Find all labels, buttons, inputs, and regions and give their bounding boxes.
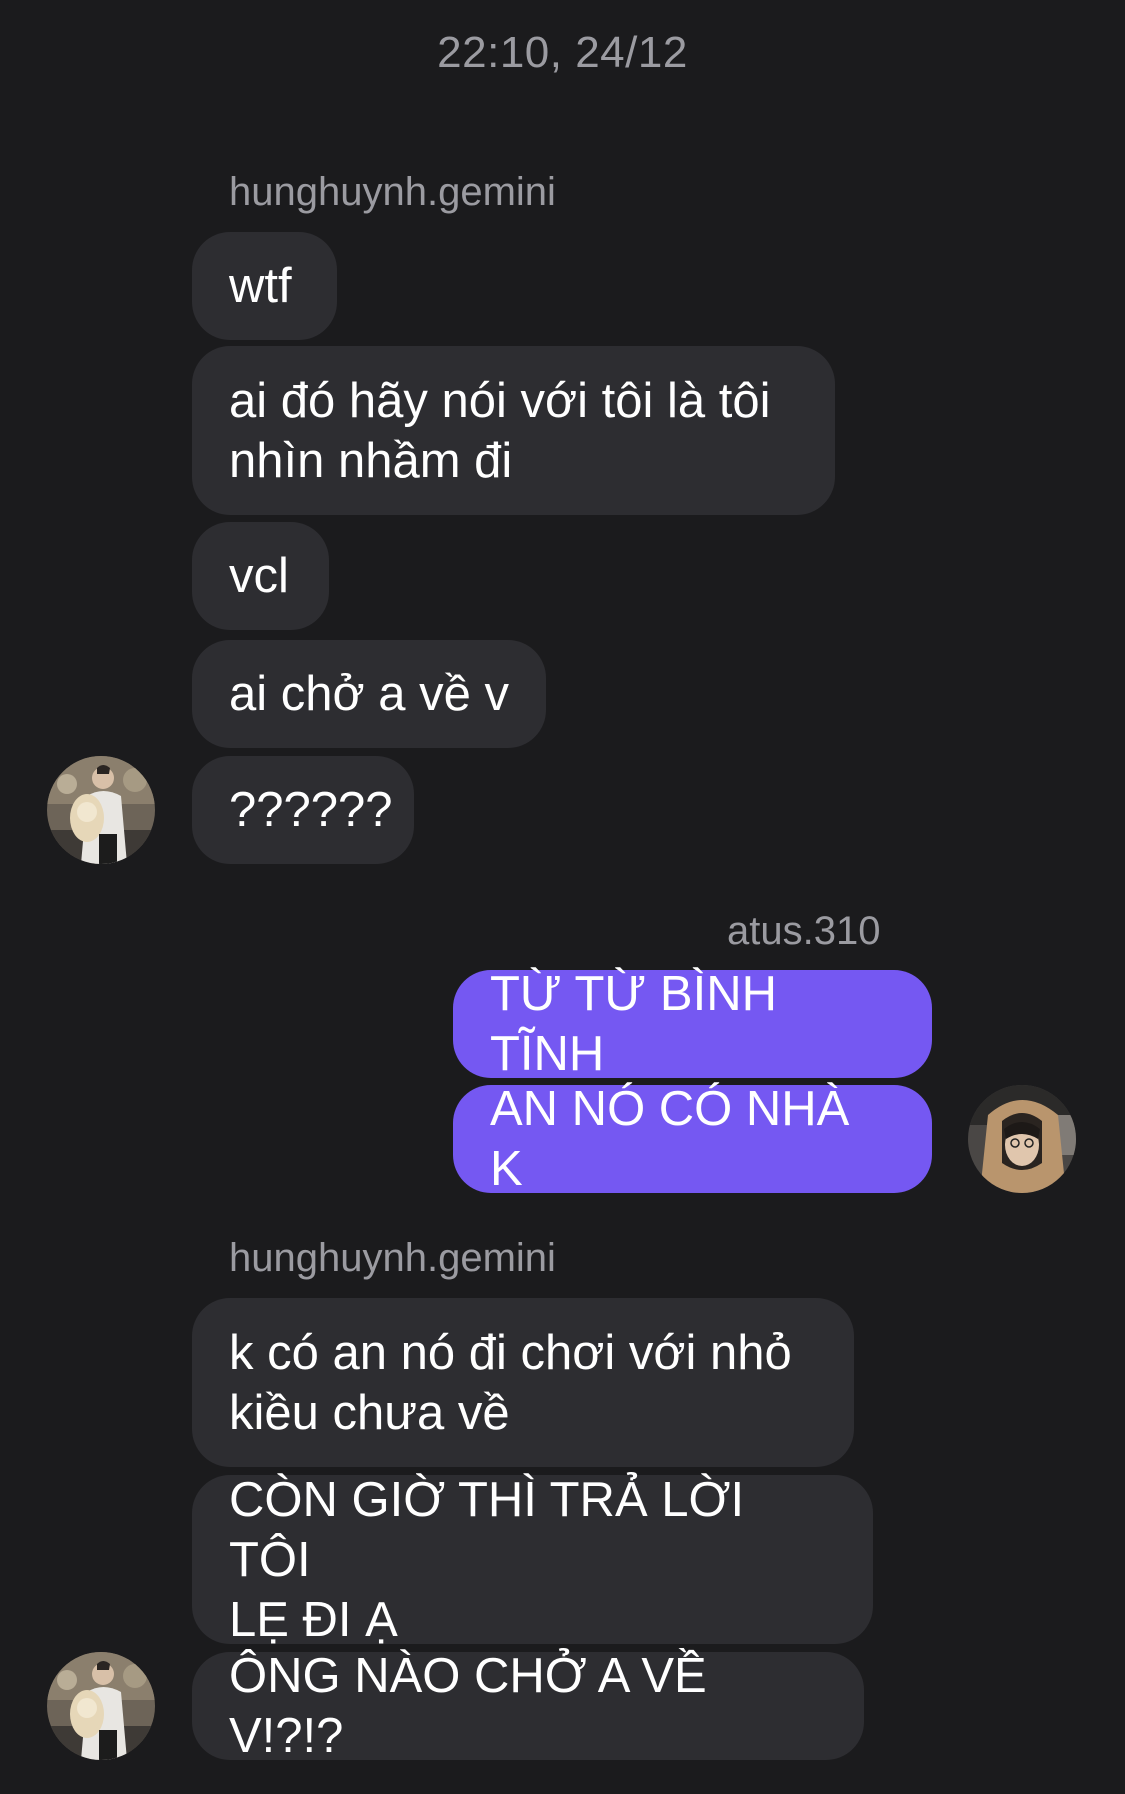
message-bubble[interactable]: ?????? — [192, 756, 414, 864]
message-text: CÒN GIỜ THÌ TRẢ LỜI TÔI LẸ ĐI Ạ — [229, 1472, 745, 1647]
message-bubble-outgoing[interactable]: TỪ TỪ BÌNH TĨNH — [453, 967, 932, 1081]
message-text: vcl — [229, 549, 289, 603]
message-text: TỪ TỪ BÌNH TĨNH — [490, 967, 790, 1081]
message-bubble[interactable]: vcl — [192, 522, 329, 630]
message-timestamp: 22:10, 24/12 — [437, 28, 688, 77]
message-bubble[interactable]: wtf — [192, 232, 337, 340]
message-bubble[interactable]: CÒN GIỜ THÌ TRẢ LỜI TÔI LẸ ĐI Ạ — [192, 1473, 873, 1647]
person-with-bouquet-photo-icon — [47, 1652, 155, 1760]
message-text: ?????? — [229, 783, 393, 837]
sender-name[interactable]: hunghuynh.gemini — [229, 170, 556, 215]
person-with-bouquet-photo-icon — [47, 756, 155, 864]
message-text: AN NÓ CÓ NHÀ K — [490, 1082, 863, 1196]
message-bubble[interactable]: ÔNG NÀO CHỞ A VỀ V!?!? — [192, 1649, 864, 1763]
message-bubble[interactable]: k có an nó đi chơi với nhỏ kiều chưa về — [192, 1298, 854, 1467]
message-text: ÔNG NÀO CHỞ A VỀ V!?!? — [229, 1649, 721, 1763]
message-text: ai chở a về v — [229, 667, 509, 721]
sender-avatar[interactable] — [47, 756, 155, 864]
message-bubble[interactable]: ai đó hãy nói với tôi là tôi nhìn nhầm đ… — [192, 346, 835, 515]
message-text: k có an nó đi chơi với nhỏ kiều chưa về — [229, 1325, 792, 1440]
message-bubble[interactable]: ai chở a về v — [192, 640, 546, 748]
sender-name[interactable]: hunghuynh.gemini — [229, 1236, 556, 1281]
sender-name[interactable]: atus.310 — [727, 909, 880, 954]
message-bubble-outgoing[interactable]: AN NÓ CÓ NHÀ K — [453, 1082, 932, 1196]
message-text: ai đó hãy nói với tôi là tôi nhìn nhầm đ… — [229, 373, 771, 488]
sender-avatar[interactable] — [47, 1652, 155, 1760]
user-avatar[interactable] — [968, 1085, 1076, 1193]
message-text: wtf — [229, 259, 292, 313]
person-in-hoodie-photo-icon — [968, 1085, 1076, 1193]
